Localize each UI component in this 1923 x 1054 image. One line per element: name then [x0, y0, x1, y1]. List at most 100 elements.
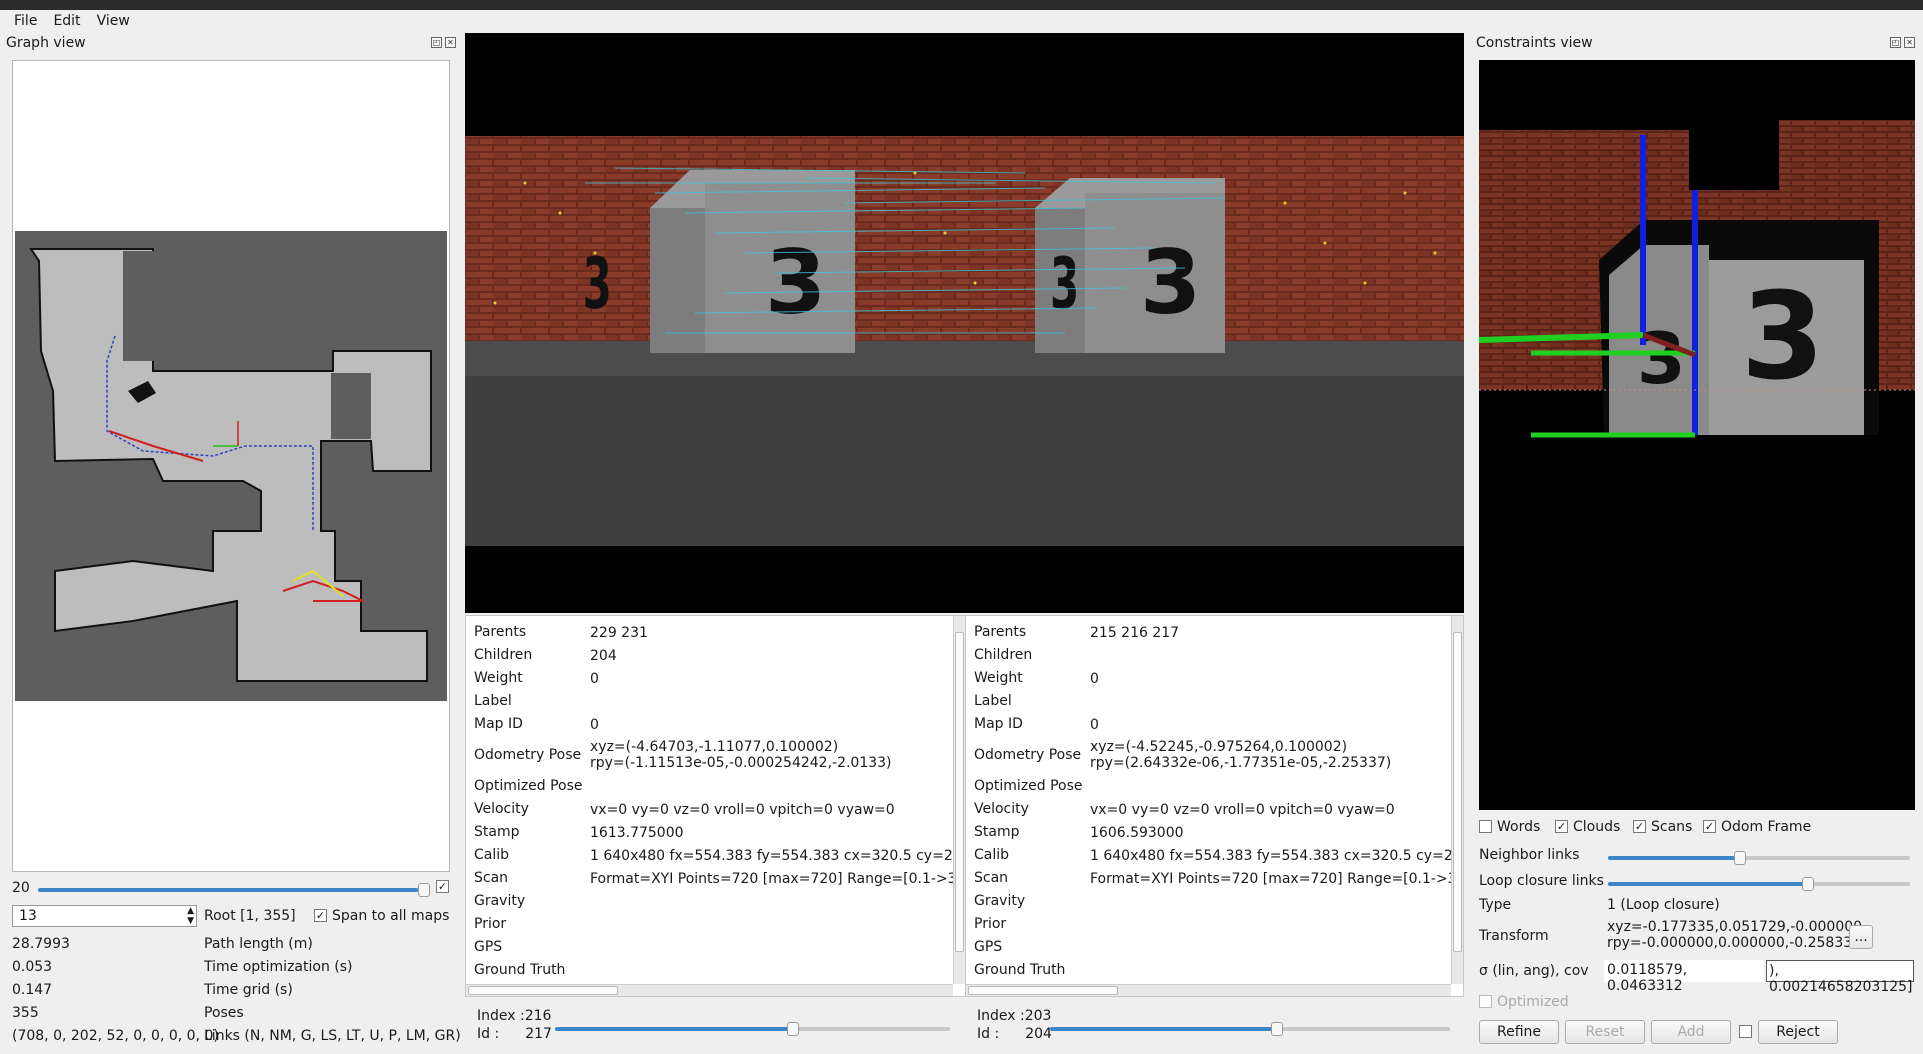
image-view[interactable]: 3 3 3 3 — [465, 33, 1464, 613]
menu-view[interactable]: View — [89, 10, 138, 32]
graph-slider-fill — [38, 888, 418, 892]
loop-links-slider-fill — [1608, 882, 1808, 886]
info-label: Parents — [974, 624, 1027, 640]
stat-label: Links (N, NM, G, LS, LT, U, P, LM, GR) — [204, 1028, 461, 1044]
stat-value: 28.7993 — [12, 936, 70, 952]
node-info-right: Parents Children Weight Label Map ID Odo… — [965, 615, 1464, 997]
box-label-text: 3 — [765, 231, 826, 334]
menu-edit[interactable]: Edit — [45, 10, 88, 32]
weight-value: 0 — [1090, 671, 1099, 687]
id-label-right: Id :204 — [977, 1026, 1052, 1042]
parents-value: 215 216 217 — [1090, 625, 1180, 641]
covariance-value: ), 0.00214658203125] — [1769, 963, 1913, 995]
map-id-value: 0 — [590, 717, 599, 733]
scans-checkbox[interactable]: ✓ — [1633, 820, 1646, 833]
reject-checkbox[interactable] — [1739, 1025, 1752, 1038]
box-label-text: 3 — [1741, 268, 1825, 407]
graph-slider-handle[interactable] — [418, 883, 430, 897]
velocity-value: vx=0 vy=0 vz=0 vroll=0 vpitch=0 vyaw=0 — [590, 802, 895, 818]
graph-slider-checkbox[interactable]: ✓ — [436, 880, 449, 893]
clouds-label: Clouds — [1573, 819, 1621, 835]
refine-button[interactable]: Refine — [1479, 1020, 1559, 1044]
info-label: Velocity — [974, 801, 1029, 817]
info-label: Map ID — [474, 716, 523, 732]
spin-arrows-icon[interactable]: ▲ ▼ — [187, 906, 194, 926]
transform-details-button[interactable]: ... — [1849, 925, 1873, 949]
stamp-value: 1613.775000 — [590, 825, 684, 841]
info-label: Velocity — [474, 801, 529, 817]
loop-links-slider-handle[interactable] — [1802, 877, 1814, 891]
constraints-3d-view[interactable]: 3 3 — [1479, 60, 1915, 810]
info-label: Parents — [474, 624, 527, 640]
sigma-field[interactable]: 0.0118579, 0.0463312 — [1604, 960, 1764, 994]
stat-value: 355 — [12, 1005, 39, 1021]
info-label: Scan — [474, 870, 509, 886]
scan-value: Format=XYI Points=720 [max=720] Range=[0… — [1090, 871, 1464, 887]
odom-frame-checkbox[interactable]: ✓ — [1703, 820, 1716, 833]
horizontal-scrollbar[interactable] — [966, 984, 1451, 996]
graph-view-canvas[interactable] — [12, 60, 450, 872]
info-label: Stamp — [974, 824, 1020, 840]
vertical-scrollbar[interactable] — [953, 616, 965, 984]
words-checkbox[interactable] — [1479, 820, 1492, 833]
words-label: Words — [1497, 819, 1541, 835]
odom-rpy-value: rpy=(-1.11513e-05,-0.000254242,-2.0133) — [590, 755, 892, 771]
add-button[interactable]: Add — [1651, 1020, 1731, 1044]
neighbor-links-label: Neighbor links — [1479, 847, 1580, 863]
info-label: Gravity — [974, 893, 1026, 909]
index-slider-left-handle[interactable] — [787, 1022, 799, 1036]
root-label: Root [1, 355] — [204, 908, 296, 924]
index-value-left: 216 — [524, 1008, 552, 1024]
stat-label: Time grid (s) — [204, 982, 293, 998]
window-titlebar — [0, 0, 1923, 10]
graph-spinbox[interactable]: 13 ▲ ▼ — [12, 905, 197, 927]
graph-slider-value: 20 — [12, 880, 30, 896]
box-label-text: 3 — [1140, 231, 1201, 334]
constraints-view-title: Constraints view — [1476, 35, 1593, 51]
velocity-value: vx=0 vy=0 vz=0 vroll=0 vpitch=0 vyaw=0 — [1090, 802, 1395, 818]
stat-label: Path length (m) — [204, 936, 313, 952]
info-label: Stamp — [474, 824, 520, 840]
info-label: Calib — [474, 847, 510, 863]
close-icon[interactable]: ✕ — [445, 37, 456, 48]
close-icon[interactable]: ✕ — [1904, 37, 1915, 48]
neighbor-links-slider-handle[interactable] — [1734, 851, 1746, 865]
children-value: 204 — [590, 648, 617, 664]
index-label-right: Index :203 — [977, 1008, 1052, 1024]
menu-file[interactable]: File — [6, 10, 45, 32]
calib-value: 1 640x480 fx=554.383 fy=554.383 cx=320.5… — [1090, 848, 1464, 864]
covariance-field[interactable]: ), 0.00214658203125] — [1766, 960, 1914, 995]
graph-view-header: Graph view ◰ ✕ — [0, 33, 460, 53]
scrollbar-thumb[interactable] — [955, 632, 964, 952]
vertical-scrollbar[interactable] — [1451, 616, 1463, 984]
clouds-checkbox[interactable]: ✓ — [1555, 820, 1568, 833]
info-label: Ground Truth — [474, 962, 566, 978]
float-icon[interactable]: ◰ — [1890, 37, 1901, 48]
odom-frame-label: Odom Frame — [1721, 819, 1812, 835]
scrollbar-thumb[interactable] — [968, 986, 1118, 995]
float-icon[interactable]: ◰ — [431, 37, 442, 48]
box-label-text: 3 — [583, 243, 612, 325]
index-slider-right-fill — [1050, 1027, 1277, 1031]
scrollbar-thumb[interactable] — [1453, 632, 1462, 952]
optimized-label: Optimized — [1497, 994, 1569, 1010]
info-label: Scan — [974, 870, 1009, 886]
scrollbar-thumb[interactable] — [468, 986, 618, 995]
index-label-left: Index :216 — [477, 1008, 552, 1024]
span-all-maps-label: Span to all maps — [332, 908, 450, 924]
info-label: Map ID — [974, 716, 1023, 732]
optimized-checkbox[interactable] — [1479, 995, 1492, 1008]
index-value-right: 203 — [1024, 1008, 1052, 1024]
sigma-label: σ (lin, ang), cov — [1479, 963, 1589, 979]
index-slider-right-handle[interactable] — [1271, 1022, 1283, 1036]
info-label: Prior — [474, 916, 507, 932]
horizontal-scrollbar[interactable] — [466, 984, 953, 996]
span-all-maps-checkbox[interactable]: ✓ — [314, 909, 327, 922]
info-label: GPS — [974, 939, 1003, 955]
info-label: Optimized Pose — [974, 778, 1083, 794]
constraints-cloud: 3 3 — [1479, 120, 1915, 438]
type-value: 1 (Loop closure) — [1607, 897, 1720, 913]
reset-button[interactable]: Reset — [1565, 1020, 1645, 1044]
stat-label: Poses — [204, 1005, 244, 1021]
reject-button[interactable]: Reject — [1758, 1020, 1838, 1044]
